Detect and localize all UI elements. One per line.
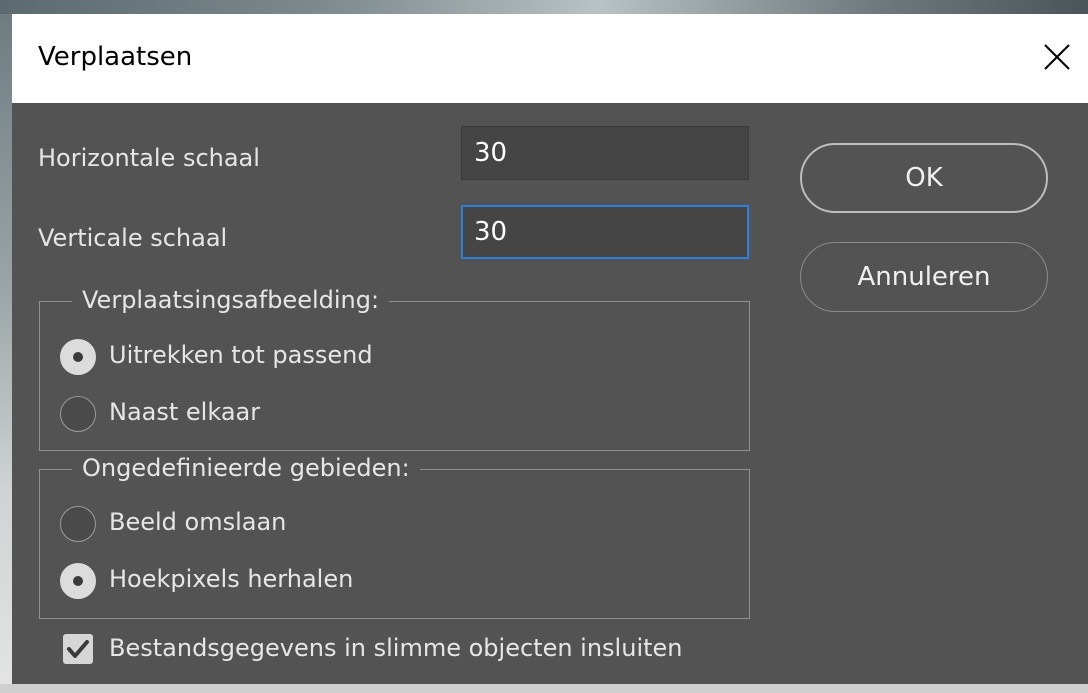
- vertical-scale-label: Verticale schaal: [38, 224, 228, 252]
- radio-wrap-around[interactable]: [60, 506, 96, 542]
- wrap-around-label[interactable]: Beeld omslaan: [109, 508, 286, 536]
- vertical-scale-input[interactable]: [461, 205, 749, 259]
- displacement-map-legend: Verplaatsingsafbeelding:: [72, 286, 390, 314]
- horizontal-scale-input[interactable]: [461, 126, 749, 180]
- cancel-button[interactable]: Annuleren: [800, 242, 1048, 312]
- undefined-areas-group: [39, 469, 750, 619]
- close-button[interactable]: [1032, 32, 1082, 82]
- undefined-areas-legend: Ongedefinieerde gebieden:: [72, 454, 420, 482]
- ok-button[interactable]: OK: [800, 143, 1048, 213]
- background-image-left: [0, 14, 12, 693]
- embed-data-checkbox[interactable]: [63, 634, 93, 664]
- displacement-map-group: [39, 301, 750, 451]
- stretch-to-fit-label[interactable]: Uitrekken tot passend: [109, 341, 373, 369]
- embed-data-label[interactable]: Bestandsgegevens in slimme objecten insl…: [109, 634, 683, 662]
- background-image-top: [0, 0, 1088, 14]
- dialog-title: Verplaatsen: [38, 42, 193, 72]
- radio-stretch-to-fit[interactable]: [60, 339, 96, 375]
- tile-label[interactable]: Naast elkaar: [109, 398, 260, 426]
- displace-dialog: Verplaatsen Horizontale schaal Verticale…: [12, 14, 1088, 684]
- repeat-edge-pixels-label[interactable]: Hoekpixels herhalen: [109, 565, 353, 593]
- horizontal-scale-label: Horizontale schaal: [38, 144, 260, 172]
- radio-repeat-edge-pixels[interactable]: [60, 563, 96, 599]
- close-icon: [1044, 44, 1070, 70]
- title-bar: Verplaatsen: [12, 14, 1088, 103]
- radio-tile[interactable]: [60, 396, 96, 432]
- checkmark-icon: [67, 640, 89, 658]
- background-image-bottom: [0, 684, 1088, 693]
